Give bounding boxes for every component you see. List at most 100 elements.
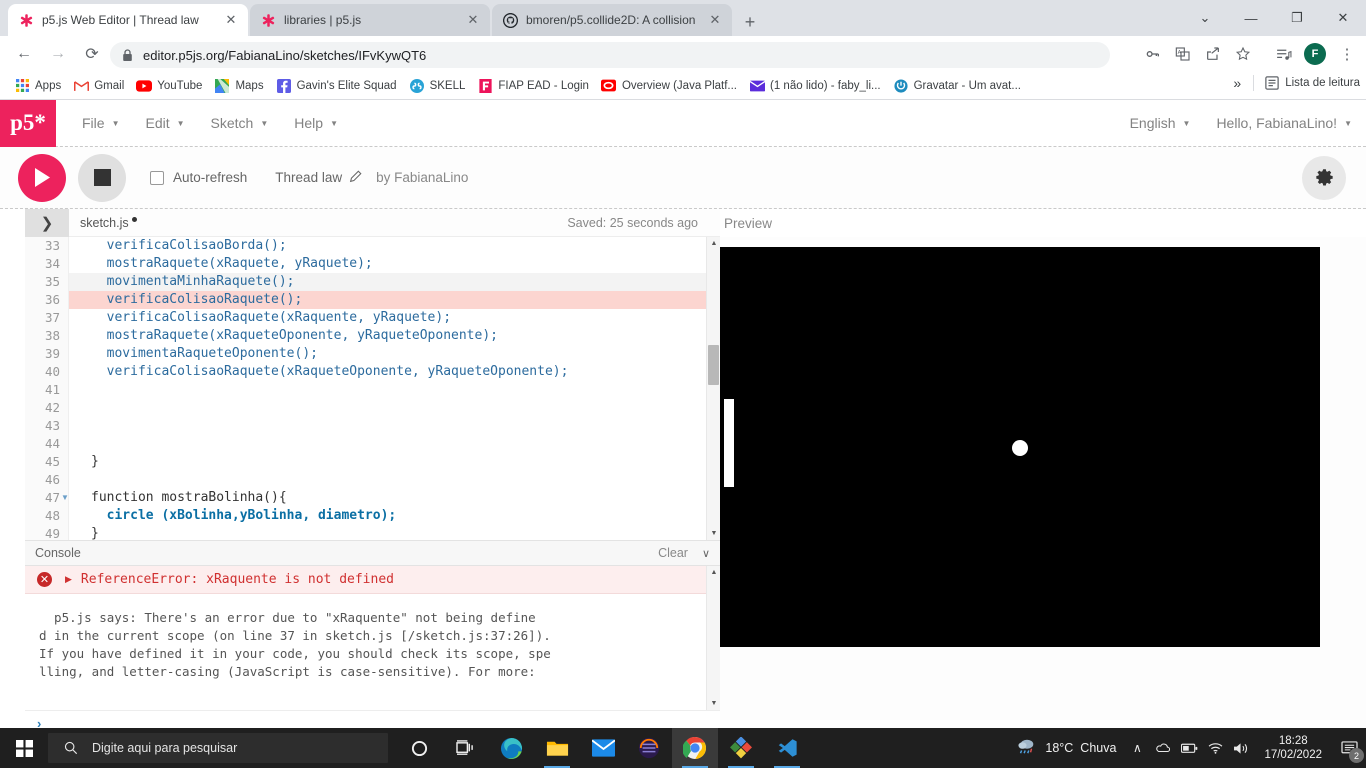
- weather-widget[interactable]: 18°C Chuva: [1017, 737, 1116, 760]
- sidebar-toggle-icon[interactable]: ❯: [25, 208, 69, 237]
- mail-icon[interactable]: [580, 728, 626, 768]
- new-tab-button[interactable]: +: [736, 8, 764, 36]
- notification-center-button[interactable]: 2: [1332, 728, 1366, 768]
- apps-grid-icon: [14, 78, 30, 94]
- play-button[interactable]: [18, 153, 66, 202]
- p5-logo[interactable]: p5*: [0, 99, 56, 147]
- auto-refresh-checkbox[interactable]: [150, 170, 164, 185]
- bookmark-gmail[interactable]: Gmail: [67, 75, 130, 97]
- close-icon[interactable]: ✕: [464, 11, 482, 29]
- stop-button[interactable]: [78, 153, 126, 202]
- menu-edit[interactable]: Edit ▼: [145, 115, 184, 131]
- chevron-down-icon[interactable]: ∨: [702, 547, 710, 560]
- console-clear-button[interactable]: Clear: [658, 546, 688, 560]
- minimize-all-icon[interactable]: ⌄: [1182, 0, 1228, 36]
- onedrive-icon[interactable]: [1150, 728, 1176, 768]
- tray-chevron-up-icon[interactable]: ∧: [1124, 728, 1150, 768]
- weather-icon: [1017, 737, 1037, 760]
- cortana-icon[interactable]: [396, 728, 442, 768]
- wifi-icon[interactable]: [1202, 728, 1228, 768]
- settings-button[interactable]: [1302, 155, 1346, 200]
- p5-asterisk-icon: [18, 12, 34, 28]
- google-chrome-icon[interactable]: [672, 728, 718, 768]
- editor-scrollbar[interactable]: ▲ ▼: [706, 237, 720, 540]
- menu-help[interactable]: Help ▼: [294, 115, 338, 131]
- bookmark-unread-mail[interactable]: (1 não lido) - faby_li...: [743, 75, 887, 97]
- p5-toolbar: Auto-refresh Thread law by FabianaLino: [0, 147, 1366, 209]
- volume-icon[interactable]: [1228, 728, 1254, 768]
- menu-file[interactable]: File ▼: [82, 115, 119, 131]
- console-error-row[interactable]: ✕ ▶ ReferenceError: xRaquente is not def…: [25, 566, 706, 594]
- bookmark-java-overview[interactable]: Overview (Java Platf...: [595, 75, 743, 97]
- reload-icon[interactable]: ⟳: [78, 40, 106, 68]
- vscode-icon[interactable]: [764, 728, 810, 768]
- file-tab-sketch-js[interactable]: sketch.js: [80, 216, 137, 230]
- menu-sketch[interactable]: Sketch ▼: [211, 115, 269, 131]
- account-menu[interactable]: Hello, FabianaLino! ▼: [1216, 115, 1352, 131]
- share-icon[interactable]: [1198, 40, 1228, 68]
- window-controls: ⌄ — ❐ ✕: [1182, 0, 1366, 36]
- profile-avatar[interactable]: F: [1304, 43, 1326, 65]
- translate-icon[interactable]: A: [1168, 40, 1198, 68]
- browser-tab-1[interactable]: libraries | p5.js ✕: [250, 4, 490, 36]
- pencil-icon[interactable]: [349, 169, 362, 186]
- code-editor[interactable]: 33 34 35 36 37 38 39 40 41 42 43 44 45 4…: [25, 237, 720, 540]
- scroll-up-icon[interactable]: ▲: [707, 566, 720, 579]
- close-window-icon[interactable]: ✕: [1320, 0, 1366, 36]
- reading-list-icon[interactable]: [1268, 40, 1298, 68]
- menu-help-label: Help: [294, 115, 324, 131]
- scroll-down-icon[interactable]: ▼: [707, 697, 720, 710]
- bookmark-skell[interactable]: SKELL: [403, 75, 472, 97]
- task-view-icon[interactable]: [442, 728, 488, 768]
- scrollbar-thumb[interactable]: [708, 345, 719, 385]
- reading-list-label[interactable]: Lista de leitura: [1285, 77, 1360, 89]
- console-message-line: d in the current scope (on line 37 in sk…: [39, 628, 551, 643]
- tab-title: p5.js Web Editor | Thread law: [42, 13, 199, 27]
- browser-tab-0[interactable]: p5.js Web Editor | Thread law ✕: [8, 4, 248, 36]
- gravatar-icon: [893, 78, 909, 94]
- close-icon[interactable]: ✕: [222, 11, 240, 29]
- close-icon[interactable]: ✕: [706, 11, 724, 29]
- oracle-icon: [601, 78, 617, 94]
- minimize-icon[interactable]: —: [1228, 0, 1274, 36]
- maximize-icon[interactable]: ❐: [1274, 0, 1320, 36]
- bookmark-gavins-elite-squad[interactable]: Gavin's Elite Squad: [270, 75, 403, 97]
- address-bar[interactable]: editor.p5js.org/FabianaLino/sketches/IFv…: [110, 42, 1110, 68]
- browser-toolbar: ← → ⟳ editor.p5js.org/FabianaLino/sketch…: [0, 36, 1366, 72]
- search-input[interactable]: Digite aqui para pesquisar: [48, 733, 388, 763]
- bookmark-fiap-ead[interactable]: FIAP EAD - Login: [471, 75, 595, 97]
- sketch-canvas[interactable]: [720, 247, 1320, 647]
- language-selector[interactable]: English ▼: [1130, 115, 1191, 131]
- windows-start-icon[interactable]: [0, 728, 48, 768]
- battery-icon[interactable]: [1176, 728, 1202, 768]
- bookmark-apps[interactable]: Apps: [8, 75, 67, 97]
- bookmarks-overflow-icon[interactable]: »: [1233, 75, 1241, 91]
- bookmark-gravatar[interactable]: Gravatar - Um avat...: [887, 75, 1027, 97]
- bookmark-maps[interactable]: Maps: [208, 75, 269, 97]
- console-header: Console Clear ∨: [25, 540, 720, 566]
- figma-icon[interactable]: [626, 728, 672, 768]
- divider: [1253, 75, 1255, 91]
- sketch-title[interactable]: Thread law: [275, 169, 362, 186]
- file-explorer-icon[interactable]: [534, 728, 580, 768]
- taskbar-clock[interactable]: 18:28 17/02/2022: [1264, 734, 1322, 762]
- scroll-up-icon[interactable]: ▲: [707, 237, 720, 250]
- microsoft-edge-icon[interactable]: [488, 728, 534, 768]
- chrome-menu-icon[interactable]: ⋮: [1332, 40, 1362, 68]
- expand-arrow-icon[interactable]: ▶: [65, 574, 72, 585]
- auto-refresh-toggle[interactable]: Auto-refresh: [150, 170, 247, 185]
- photoshop-icon[interactable]: [718, 728, 764, 768]
- password-key-icon[interactable]: [1138, 40, 1168, 68]
- forward-icon[interactable]: →: [44, 40, 72, 68]
- bookmark-youtube[interactable]: YouTube: [130, 75, 208, 97]
- line-number: 38: [44, 328, 60, 343]
- auto-refresh-label: Auto-refresh: [173, 170, 248, 185]
- bookmark-star-icon[interactable]: [1228, 40, 1258, 68]
- line-number: 42: [44, 400, 60, 415]
- console-output: ✕ ▶ ReferenceError: xRaquente is not def…: [25, 566, 720, 710]
- back-icon[interactable]: ←: [10, 40, 38, 68]
- browser-tab-2[interactable]: bmoren/p5.collide2D: A collision ✕: [492, 4, 732, 36]
- scroll-down-icon[interactable]: ▼: [707, 527, 720, 540]
- console-scrollbar[interactable]: ▲ ▼: [706, 566, 720, 710]
- maps-icon: [214, 78, 230, 94]
